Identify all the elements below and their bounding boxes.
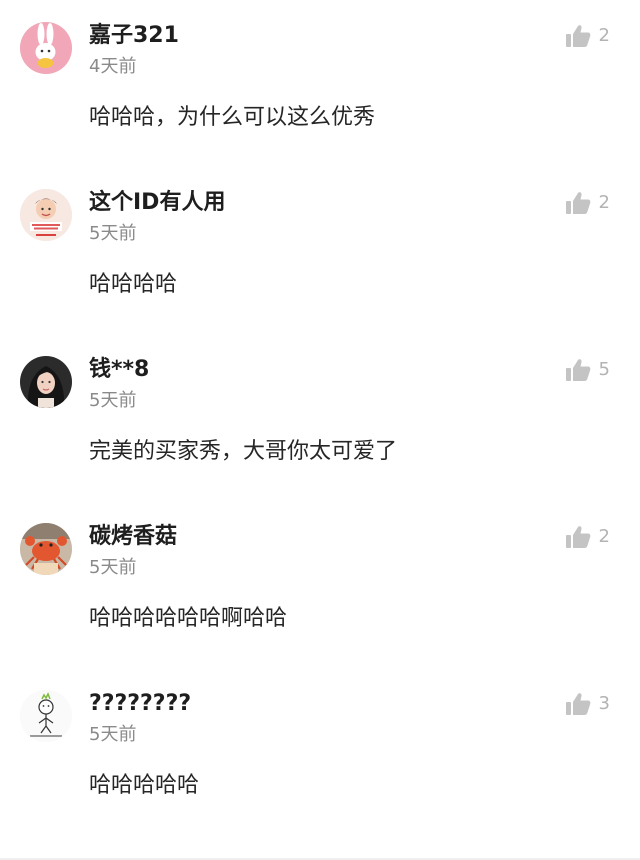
comment-item: 碳烤香菇 5天前 哈哈哈哈哈哈啊哈哈 2 (0, 501, 640, 668)
comment-item: 嘉子321 4天前 哈哈哈，为什么可以这么优秀 2 (0, 0, 640, 167)
woman-portrait-avatar[interactable] (20, 356, 72, 408)
like-button[interactable]: 2 (565, 525, 610, 549)
timestamp: 5天前 (89, 223, 137, 244)
username[interactable]: 这个ID有人用 (89, 189, 225, 217)
like-count: 2 (598, 526, 610, 547)
baby-photo-avatar-image (20, 189, 72, 241)
like-count: 5 (598, 359, 610, 380)
like-count: 2 (598, 25, 610, 46)
timestamp: 5天前 (89, 724, 137, 745)
comment-text: 哈哈哈，为什么可以这么优秀 (89, 105, 376, 130)
like-count: 2 (598, 192, 610, 213)
username[interactable]: 钱**8 (89, 356, 149, 384)
crab-photo-avatar-image (20, 523, 72, 575)
thumbs-up-icon (565, 525, 591, 549)
comment-item: 这个ID有人用 5天前 哈哈哈哈 2 (0, 167, 640, 334)
comment-text: 哈哈哈哈 (89, 272, 178, 297)
like-button[interactable]: 5 (565, 358, 610, 382)
username[interactable]: ???????? (89, 690, 191, 718)
comment-text: 完美的买家秀，大哥你太可爱了 (89, 439, 398, 464)
thumbs-up-icon (565, 692, 591, 716)
doodle-figure-avatar[interactable] (20, 690, 72, 742)
thumbs-up-icon (565, 358, 591, 382)
like-button[interactable]: 3 (565, 692, 610, 716)
baby-photo-avatar[interactable] (20, 189, 72, 241)
thumbs-up-icon (565, 24, 591, 48)
username[interactable]: 嘉子321 (89, 22, 179, 50)
comment-text: 哈哈哈哈哈 (89, 773, 200, 798)
pink-bunny-avatar-image (20, 22, 72, 74)
crab-photo-avatar[interactable] (20, 523, 72, 575)
timestamp: 4天前 (89, 56, 137, 77)
comment-list: 嘉子321 4天前 哈哈哈，为什么可以这么优秀 2 这个ID有人用 5天前 哈哈… (0, 0, 640, 860)
woman-portrait-avatar-image (20, 356, 72, 408)
pink-bunny-avatar[interactable] (20, 22, 72, 74)
doodle-figure-avatar-image (20, 690, 72, 742)
comment-item: ???????? 5天前 哈哈哈哈哈 3 (0, 668, 640, 835)
timestamp: 5天前 (89, 557, 137, 578)
thumbs-up-icon (565, 191, 591, 215)
timestamp: 5天前 (89, 390, 137, 411)
like-button[interactable]: 2 (565, 24, 610, 48)
comment-text: 哈哈哈哈哈哈啊哈哈 (89, 606, 288, 631)
comment-item: 钱**8 5天前 完美的买家秀，大哥你太可爱了 5 (0, 334, 640, 501)
like-button[interactable]: 2 (565, 191, 610, 215)
like-count: 3 (598, 693, 610, 714)
username[interactable]: 碳烤香菇 (89, 523, 177, 551)
